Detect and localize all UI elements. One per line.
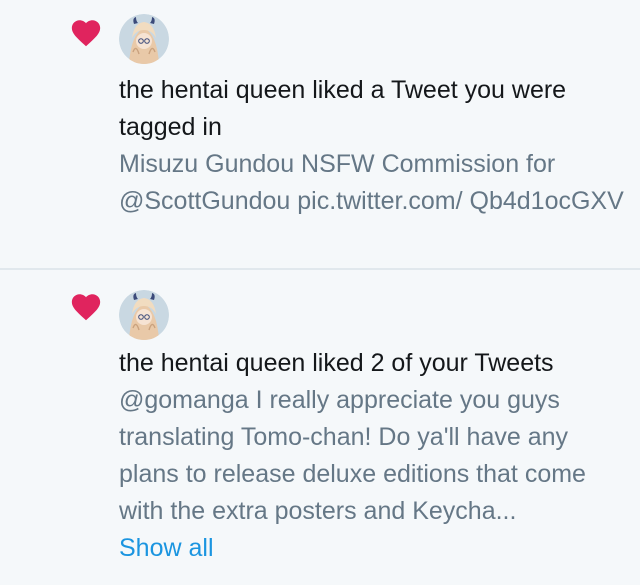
anime-avatar-image [119,290,169,340]
anime-avatar-image [119,14,169,64]
heart-icon [71,20,101,47]
avatar[interactable] [119,290,169,340]
tweet-text[interactable]: @gomanga I really appreciate you guys tr… [119,382,629,530]
heart-icon [71,294,101,321]
show-all-link[interactable]: Show all [119,530,214,567]
notification-headline: the hentai queen liked 2 of your Tweets [119,349,554,377]
avatar[interactable] [119,14,169,64]
notification-headline: the hentai queen liked a Tweet you were … [119,76,567,141]
tweet-text[interactable]: Misuzu Gundou NSFW Commission for @Scott… [119,146,629,220]
notification-item[interactable]: the hentai queen liked 2 of your Tweets … [0,270,640,585]
notification-item[interactable]: the hentai queen liked a Tweet you were … [0,0,640,268]
